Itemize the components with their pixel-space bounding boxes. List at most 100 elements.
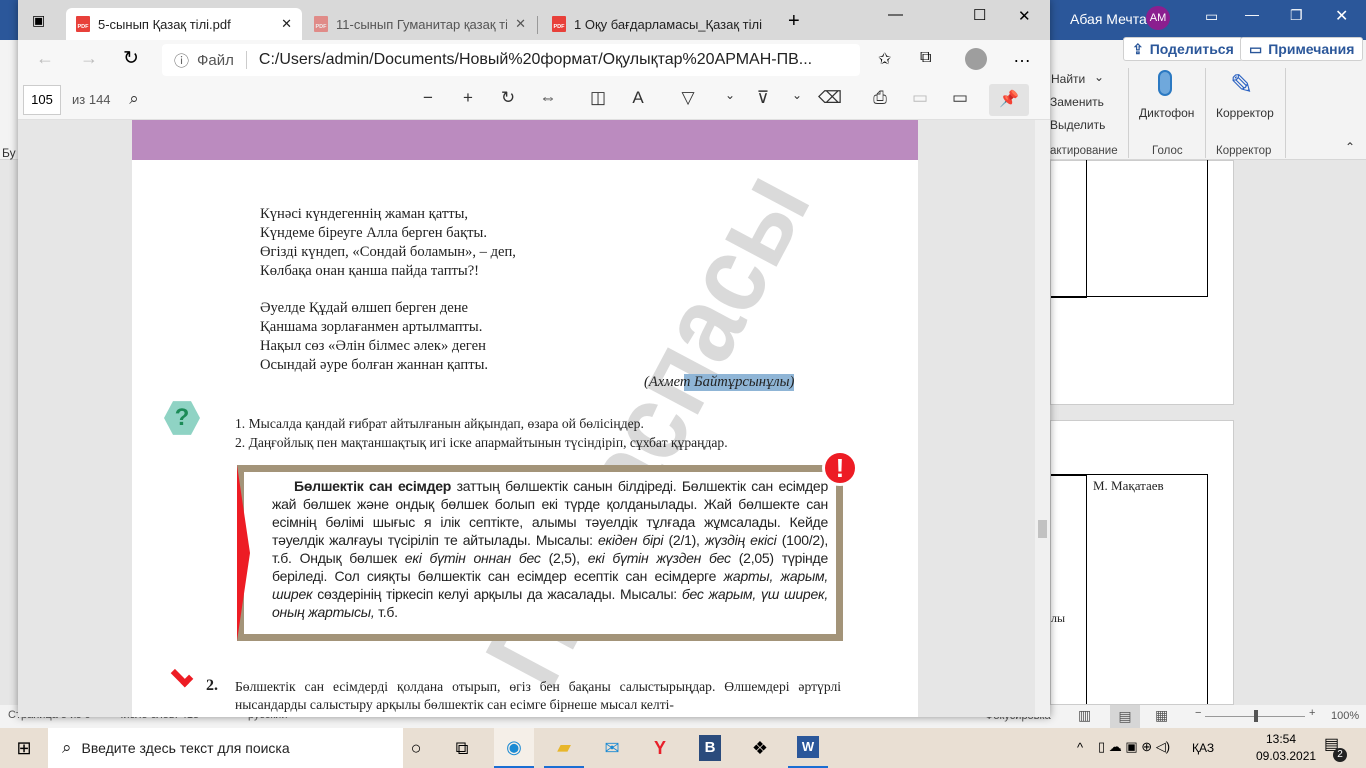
more-icon[interactable]: … bbox=[1013, 46, 1031, 67]
minimize-icon[interactable]: — bbox=[1245, 6, 1259, 22]
word-taskbar-icon[interactable]: W bbox=[788, 728, 828, 768]
tab-active[interactable]: PDF 5-сынып Қазақ тілі.pdf ✕ bbox=[66, 8, 302, 40]
comments-button[interactable]: ▭ Примечания bbox=[1240, 37, 1364, 61]
pdf-page: ПВбаспасы Күнәсі күндегеннің жаман қатты… bbox=[132, 120, 918, 717]
zoom-out-icon[interactable]: − bbox=[1195, 707, 1201, 719]
print-icon[interactable]: ⎙ bbox=[868, 88, 892, 108]
input-language[interactable]: ҚАЗ bbox=[1192, 741, 1214, 755]
rotate-icon[interactable]: ↻ bbox=[496, 88, 520, 108]
start-windows-icon[interactable]: ⊞ bbox=[4, 728, 44, 768]
pin-toolbar-icon[interactable]: 📌 bbox=[989, 84, 1029, 116]
mail-icon[interactable]: ✉ bbox=[592, 728, 632, 768]
edge-taskbar-icon[interactable]: ◉ bbox=[494, 728, 534, 768]
chevron-down-icon[interactable]: ⌄ bbox=[785, 88, 809, 102]
find-button[interactable]: Найти bbox=[1051, 72, 1085, 86]
rule-box: Бөлшектік сан есімдер заттың бөлшектік с… bbox=[237, 465, 843, 641]
forward-icon[interactable]: → bbox=[80, 48, 98, 69]
page-view-icon[interactable]: ◫ bbox=[586, 88, 610, 108]
editor-group-label: Корректор bbox=[1216, 145, 1272, 157]
collections-icon[interactable]: ⧉ bbox=[920, 49, 931, 67]
question-list: 1. Мысалда қандай ғибрат айтылғанын айқы… bbox=[235, 414, 728, 452]
clock-time[interactable]: 13:54 bbox=[1266, 732, 1296, 746]
rule-term: Бөлшектік сан есімдер bbox=[294, 478, 452, 494]
editor-button[interactable]: Корректор bbox=[1216, 106, 1274, 120]
file-explorer-icon[interactable]: ▰ bbox=[544, 728, 584, 768]
back-icon[interactable]: ← bbox=[36, 48, 54, 69]
zoom-slider-thumb[interactable] bbox=[1254, 710, 1258, 722]
taskbar-search[interactable]: ⌕ Введите здесь текст для поиска bbox=[48, 728, 403, 768]
clock-date[interactable]: 09.03.2021 bbox=[1256, 749, 1316, 763]
table-cell: М. Мақатаев bbox=[1086, 474, 1208, 704]
profile-icon[interactable] bbox=[965, 48, 987, 70]
url-text[interactable]: C:/Users/admin/Documents/Новый%20формат/… bbox=[259, 51, 819, 69]
zoom-level[interactable]: 100% bbox=[1331, 710, 1359, 722]
refresh-icon[interactable]: ↻ bbox=[123, 47, 139, 70]
pdf-icon: PDF bbox=[76, 16, 90, 32]
zoom-in-icon[interactable]: + bbox=[1309, 707, 1315, 719]
save-icon[interactable]: ▭ bbox=[908, 88, 932, 108]
eraser-icon[interactable]: ⌫ bbox=[818, 88, 842, 108]
minimize-icon[interactable]: — bbox=[888, 6, 903, 23]
close-tab-icon[interactable]: ✕ bbox=[281, 16, 292, 32]
read-mode-icon[interactable]: ▥ bbox=[1078, 707, 1091, 724]
web-layout-icon[interactable]: ▦ bbox=[1155, 707, 1168, 724]
fit-page-icon[interactable]: ⇔ bbox=[536, 88, 560, 108]
draw-icon[interactable]: ▽ bbox=[676, 88, 700, 108]
tray-icons[interactable]: ▯ ☁ ▣ ⊕ ◁) bbox=[1098, 739, 1170, 755]
dictate-button[interactable]: Диктофон bbox=[1139, 106, 1194, 120]
tab-label: 11-сынып Гуманитар қазақ тілі bbox=[336, 16, 508, 32]
close-tab-icon[interactable]: ✕ bbox=[515, 16, 526, 32]
dropbox-icon[interactable]: ❖ bbox=[740, 728, 780, 768]
divider bbox=[245, 51, 247, 69]
address-bar[interactable]: ⓘ Файл C:/Users/admin/Documents/Новый%20… bbox=[162, 44, 860, 76]
share-icon: ⇪ bbox=[1132, 41, 1144, 57]
tab[interactable]: PDF 11-сынып Гуманитар қазақ тілі ✕ bbox=[304, 8, 536, 40]
restore-icon[interactable]: ❐ bbox=[1290, 7, 1303, 24]
close-window-icon[interactable]: ✕ bbox=[1018, 7, 1031, 25]
show-hidden-icons[interactable]: ^ bbox=[1077, 740, 1083, 755]
page-number-input[interactable]: 105 bbox=[23, 85, 61, 115]
maximize-icon[interactable]: ☐ bbox=[973, 6, 986, 24]
favorites-icon[interactable]: ✩ bbox=[878, 49, 891, 69]
rule-text-part: жүздің екісі bbox=[704, 532, 777, 548]
yandex-browser-icon[interactable]: Y bbox=[640, 728, 680, 768]
print-layout-icon[interactable]: ▤ bbox=[1110, 705, 1140, 728]
page-total: из 144 bbox=[72, 92, 111, 107]
save-as-icon[interactable]: ▭ bbox=[948, 88, 972, 108]
editor-pen-icon[interactable]: ✎ bbox=[1230, 68, 1253, 101]
avatar[interactable]: АМ bbox=[1146, 6, 1170, 30]
read-aloud-icon[interactable]: A bbox=[626, 88, 650, 108]
task-view-icon[interactable]: ⧉ bbox=[442, 728, 482, 768]
scrollbar[interactable] bbox=[1035, 120, 1050, 717]
share-button[interactable]: ⇪ Поделиться bbox=[1123, 37, 1243, 61]
table-line bbox=[1051, 296, 1087, 298]
ribbon-display-icon[interactable]: ▭ bbox=[1205, 8, 1218, 25]
rule-text-part: екі бүтін жүзден бес bbox=[587, 550, 731, 566]
divider bbox=[1205, 68, 1206, 158]
rule-text-part: сөздерінің тіркесіп келуі арқылы да жаса… bbox=[312, 586, 682, 602]
tab-actions-icon[interactable]: ▣ bbox=[32, 12, 45, 29]
microphone-icon[interactable] bbox=[1158, 70, 1172, 96]
tab[interactable]: PDF 1 Оқу бағдарламасы_Қазақ тілі bbox=[542, 8, 782, 40]
pdf-toolbar: 105 из 144 ⌕ − + ↻ ⇔ ◫ A ▽ ⌄ ⊽ ⌄ ⌫ ⎙ ▭ ▭… bbox=[18, 80, 1050, 120]
word-user-name: Абая Мечта bbox=[1070, 11, 1147, 27]
close-icon[interactable]: ✕ bbox=[1335, 6, 1348, 26]
search-icon[interactable]: ⌕ bbox=[122, 89, 146, 109]
rule-text-part: (2,5), bbox=[540, 550, 588, 566]
rule-text-part: т.б. bbox=[374, 604, 398, 620]
zoom-out-icon[interactable]: − bbox=[416, 88, 440, 108]
replace-button[interactable]: Заменить bbox=[1050, 95, 1104, 109]
select-button[interactable]: Выделить bbox=[1050, 118, 1105, 132]
comments-label: Примечания bbox=[1268, 41, 1355, 57]
new-tab-icon[interactable]: + bbox=[788, 10, 800, 33]
zoom-in-icon[interactable]: + bbox=[456, 88, 480, 108]
chevron-down-icon[interactable]: ⌄ bbox=[718, 88, 742, 102]
highlight-icon[interactable]: ⊽ bbox=[751, 88, 775, 108]
collapse-ribbon-icon[interactable]: ⌃ bbox=[1345, 140, 1355, 154]
question-item: 2. Даңғойлық пен мақтаншақтық игі іске а… bbox=[235, 435, 728, 450]
word-glyph: W bbox=[797, 736, 819, 758]
poem-author: (Ахмет Байтұрсынұлы) bbox=[644, 374, 795, 391]
b-app-icon[interactable]: B bbox=[690, 728, 730, 768]
scrollbar-thumb[interactable] bbox=[1038, 520, 1047, 538]
rule-text: Бөлшектік сан есімдер заттың бөлшектік с… bbox=[244, 472, 836, 621]
